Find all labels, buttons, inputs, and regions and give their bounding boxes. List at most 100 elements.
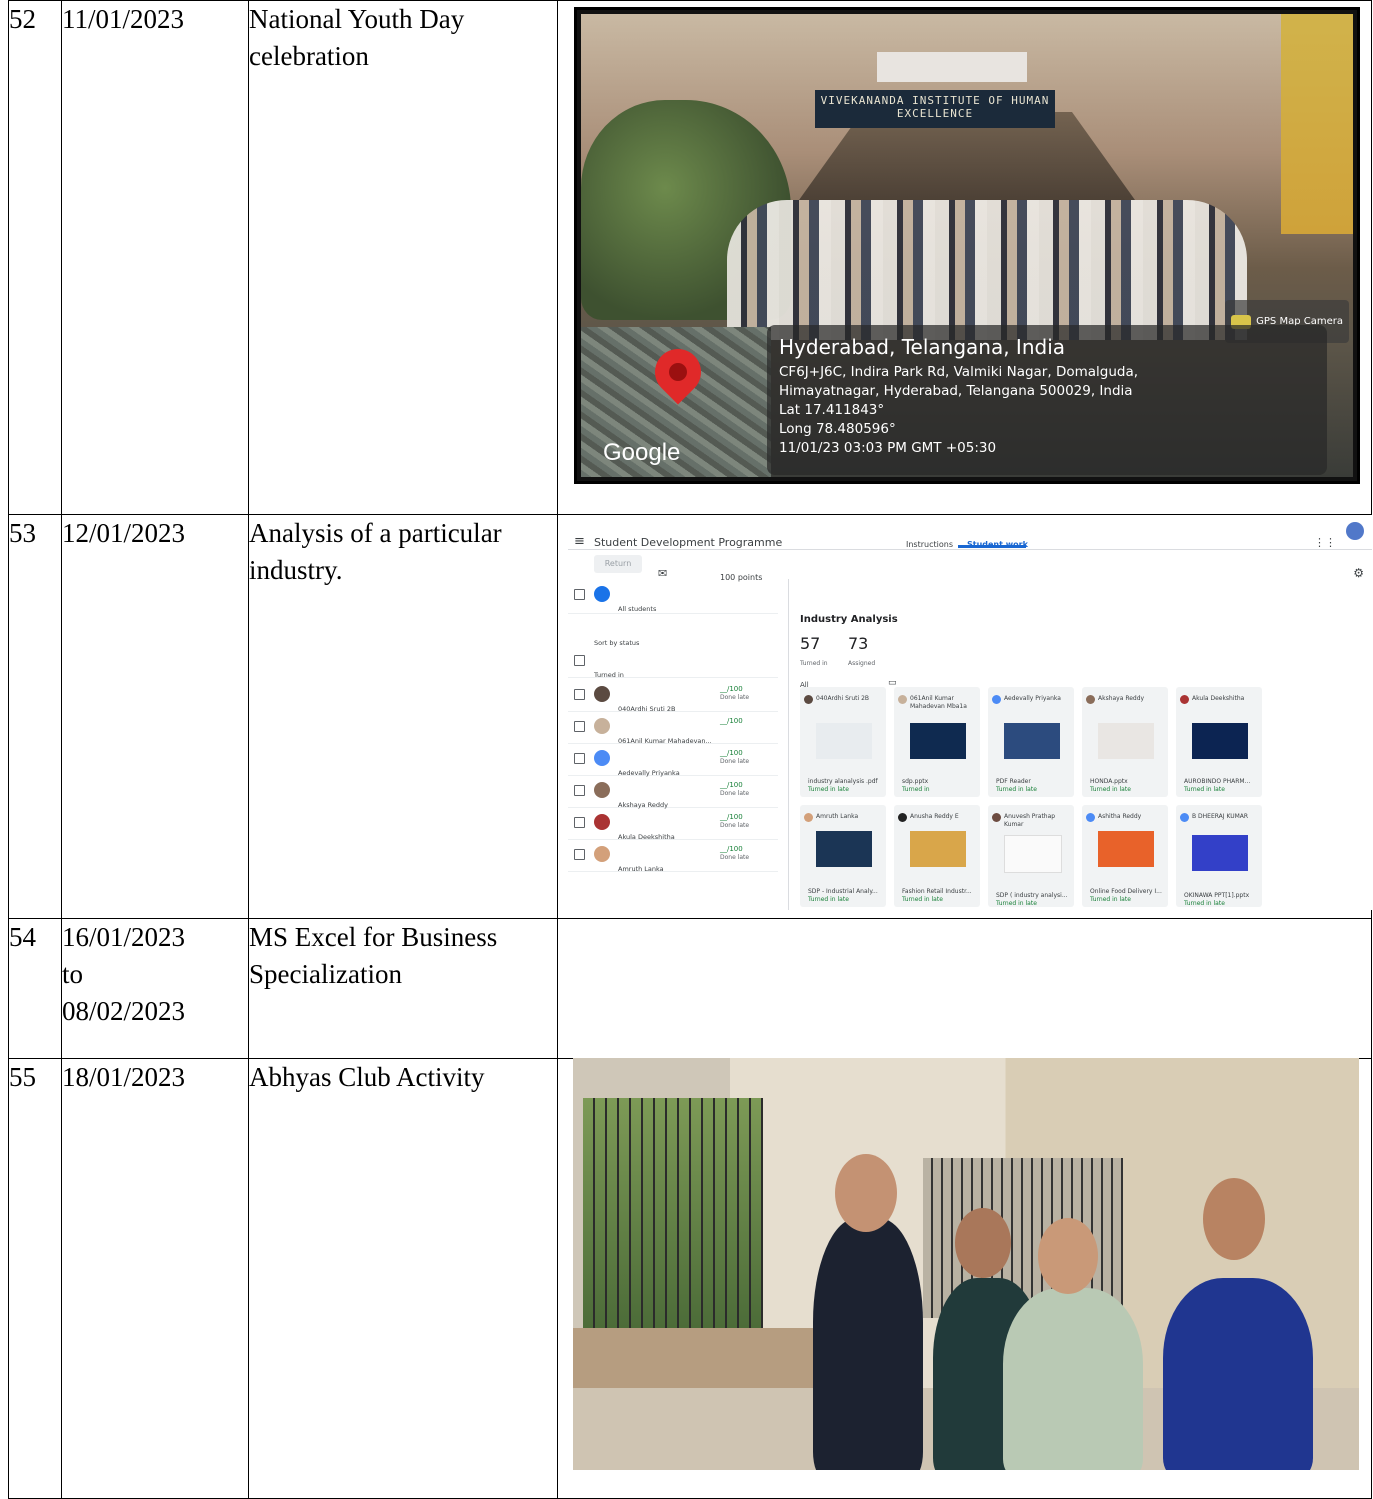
card-student-name: 061Anil Kumar Mahadevan Mba1a — [910, 695, 967, 710]
activity-date: 16/01/2023 to 08/02/2023 — [61, 918, 249, 1059]
list-item[interactable]: 040Ardhi Sruti 2B __/100 Done late — [568, 679, 778, 713]
card-student-name: 040Ardhi Sruti 2B — [816, 695, 870, 702]
student-checkbox[interactable] — [574, 817, 585, 828]
list-item[interactable]: 061Anil Kumar Mahadevan... __/100 — [568, 711, 778, 745]
list-item[interactable]: Aedevally Priyanka __/100 Done late — [568, 743, 778, 777]
latitude: Lat 17.411843° — [779, 402, 885, 418]
card-student-name: Amruth Lanka — [816, 813, 859, 820]
card-status: Turned in late — [1184, 900, 1225, 907]
student-status: Done late — [720, 758, 750, 765]
activity-title: Analysis of a particular industry. — [248, 514, 558, 919]
activity-date: 12/01/2023 — [61, 514, 249, 919]
list-item[interactable]: Amruth Lanka __/100 Done late — [568, 839, 778, 873]
club-activity-photo — [573, 1058, 1359, 1470]
longitude: Long 78.480596° — [779, 421, 896, 437]
submission-card[interactable]: Aedevally Priyanka PDF Reader Turned in la… — [988, 687, 1074, 797]
timestamp: 11/01/23 03:03 PM GMT +05:30 — [779, 440, 997, 456]
student-score: __/100 — [720, 813, 743, 821]
student-checkbox[interactable] — [574, 785, 585, 796]
file-thumbnail — [1098, 723, 1154, 759]
submission-card[interactable]: 061Anil Kumar Mahadevan Mba1a sdp.pptx Tur… — [894, 687, 980, 797]
activity-date: 11/01/2023 — [61, 0, 249, 515]
student-checkbox[interactable] — [574, 849, 585, 860]
serial-number: 52 — [8, 0, 62, 515]
submission-card[interactable]: Amruth Lanka SDP - Industrial Analy... Tur… — [800, 805, 886, 907]
date-end: 08/02/2023 — [62, 996, 186, 1026]
avatar[interactable] — [1346, 522, 1364, 540]
card-student-name: Ashitha Reddy — [1098, 813, 1142, 820]
card-student-name: B DHEERAJ KUMAR — [1192, 813, 1249, 820]
card-status: Turned in — [902, 786, 930, 793]
student-status: Done late — [720, 694, 750, 701]
address-line: Himayatnagar, Hyderabad, Telangana 50002… — [779, 383, 1133, 399]
people-icon — [594, 586, 610, 602]
submission-card[interactable]: B DHEERAJ KUMAR OKINAWA PPT[1].pptx Turned… — [1176, 805, 1262, 907]
photo-cell: VIVEKANANDA INSTITUTE OF HUMAN EXCELLENC… — [557, 0, 1372, 515]
group-of-people — [727, 200, 1247, 340]
card-status: Turned in late — [1090, 896, 1131, 903]
address-line: CF6J+J6C, Indira Park Rd, Valmiki Nagar,… — [779, 364, 1139, 380]
submission-card[interactable]: Akula Deekshitha AUROBINDO PHARM... Turned… — [1176, 687, 1262, 797]
map-pin-icon — [645, 339, 711, 405]
activity-title: MS Excel for Business Specialization — [248, 918, 558, 1059]
file-thumbnail — [816, 723, 872, 759]
classroom-screenshot-cell: ≡ Student Development Programme Instruct… — [557, 514, 1372, 919]
activity-date: 18/01/2023 — [61, 1058, 249, 1499]
student-status: Done late — [720, 854, 750, 861]
student-score: __/100 — [720, 845, 743, 853]
institute-sign: VIVEKANANDA INSTITUTE OF HUMAN EXCELLENC… — [815, 90, 1055, 128]
student-score: __/100 — [720, 749, 743, 757]
card-student-name: Anusha Reddy E — [910, 813, 959, 820]
table-row: 55 18/01/2023 Abhyas Club Activity — [8, 1058, 1372, 1499]
submission-card[interactable]: 040Ardhi Sruti 2B industry alanalysis .pd… — [800, 687, 886, 797]
student-checkbox[interactable] — [574, 689, 585, 700]
card-status: Turned in late — [1090, 786, 1131, 793]
submission-card[interactable]: Ashitha Reddy Online Food Delivery I... Tu… — [1082, 805, 1168, 907]
avatar — [594, 686, 610, 702]
card-student-name: Akshaya Reddy — [1098, 695, 1145, 702]
serial-number: 54 — [8, 918, 62, 1059]
card-student-name: Akula Deekshitha — [1192, 695, 1245, 702]
empty-cell — [557, 918, 1372, 1059]
location-name: Hyderabad, Telangana, India — [779, 335, 1066, 359]
activity-table: 52 11/01/2023 National Youth Day celebra… — [8, 0, 1372, 1499]
card-student-name: Anuvesh Prathap Kumar — [1004, 813, 1056, 828]
card-status: Turned in late — [996, 900, 1037, 907]
submission-card[interactable]: Anusha Reddy E Fashion Retail Industr... T… — [894, 805, 980, 907]
student-score: __/100 — [720, 781, 743, 789]
avatar — [594, 750, 610, 766]
submission-card[interactable]: Akshaya Reddy HONDA.pptx Turned in late — [1082, 687, 1168, 797]
file-thumbnail — [1192, 835, 1248, 871]
card-status: Turned in late — [1184, 786, 1225, 793]
student-status: Done late — [720, 790, 750, 797]
card-status: Turned in late — [902, 896, 943, 903]
card-status: Turned in late — [808, 786, 849, 793]
photo-cell — [557, 1058, 1372, 1499]
return-button[interactable]: Return — [594, 555, 642, 573]
card-status: Turned in late — [996, 786, 1037, 793]
student-checkbox[interactable] — [574, 753, 585, 764]
youth-day-photo: VIVEKANANDA INSTITUTE OF HUMAN EXCELLENC… — [574, 7, 1360, 484]
group-checkbox[interactable] — [574, 655, 585, 666]
activity-title: National Youth Day celebration — [248, 0, 558, 515]
file-thumbnail — [1192, 723, 1248, 759]
select-all-checkbox[interactable] — [574, 589, 585, 600]
file-thumbnail — [1098, 831, 1154, 867]
avatar — [594, 814, 610, 830]
table-row: 54 16/01/2023 to 08/02/2023 MS Excel for… — [8, 918, 1372, 1059]
file-thumbnail — [1004, 723, 1060, 759]
card-student-name: Aedevally Priyanka — [1004, 695, 1061, 702]
submission-card[interactable]: Anuvesh Prathap Kumar SDP ( industry anal… — [988, 805, 1074, 907]
list-item[interactable]: Akshaya Reddy __/100 Done late — [568, 775, 778, 809]
student-status: Done late — [720, 822, 750, 829]
satellite-map: Google — [581, 327, 771, 477]
student-list: All students Sort by status Turned in 04… — [568, 579, 789, 910]
classroom-screenshot: ≡ Student Development Programme Instruct… — [568, 515, 1372, 910]
google-logo: Google — [603, 439, 681, 466]
table-row: 52 11/01/2023 National Youth Day celebra… — [8, 0, 1372, 515]
serial-number: 55 — [8, 1058, 62, 1499]
date-separator: to — [62, 959, 84, 989]
list-item[interactable]: Akula Deekshitha __/100 Done late — [568, 807, 778, 841]
student-checkbox[interactable] — [574, 721, 585, 732]
avatar — [594, 846, 610, 862]
